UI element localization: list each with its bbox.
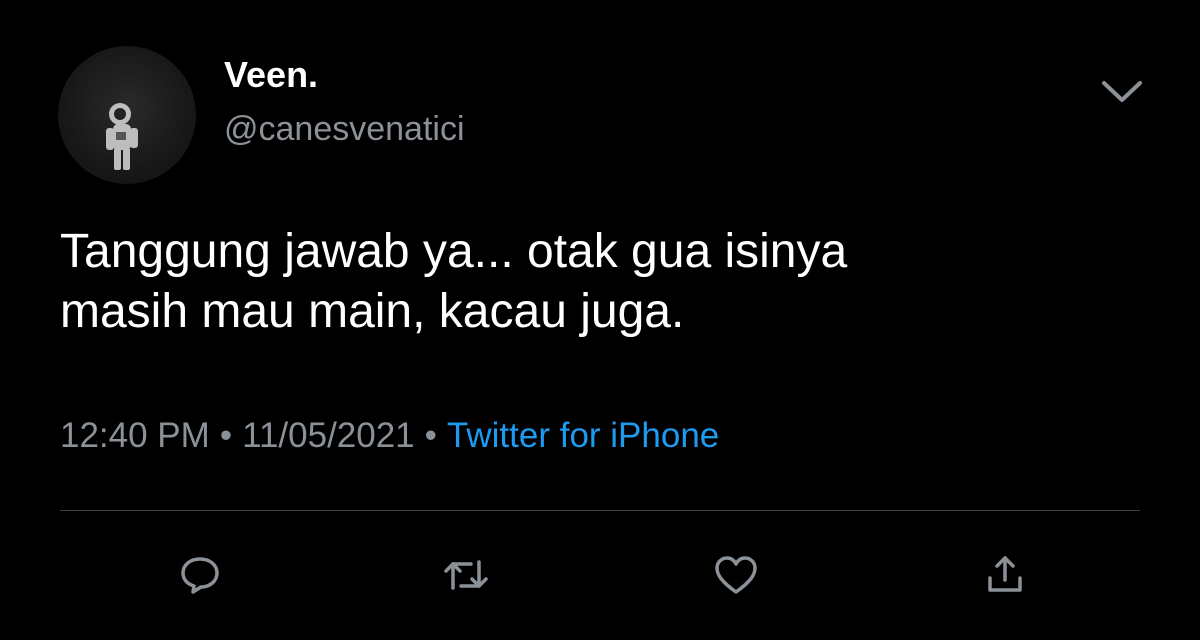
chevron-down-icon xyxy=(1102,81,1142,102)
tweet-text: Tanggung jawab ya... otak gua isinya mas… xyxy=(60,222,1160,342)
user-handle[interactable]: @canesvenatici xyxy=(224,110,465,149)
tweet-date: 11/05/2021 xyxy=(242,416,415,455)
meta-separator: • xyxy=(424,416,437,455)
reply-icon xyxy=(181,557,219,594)
astronaut-avatar-icon xyxy=(106,103,138,170)
share-button[interactable] xyxy=(970,540,1040,610)
like-button[interactable] xyxy=(701,540,771,610)
divider xyxy=(60,510,1140,511)
like-icon xyxy=(715,556,757,594)
more-options-button[interactable] xyxy=(1094,70,1150,114)
tweet-time: 12:40 PM xyxy=(60,416,210,455)
tweet-card: Veen. @canesvenatici Tanggung jawab ya..… xyxy=(0,0,1200,640)
share-icon xyxy=(988,556,1022,592)
reply-button[interactable] xyxy=(165,540,235,610)
retweet-icon xyxy=(444,560,488,590)
tweet-text-line: masih mau main, kacau juga. xyxy=(60,285,685,338)
display-name[interactable]: Veen. xyxy=(224,54,318,96)
meta-separator: • xyxy=(219,416,233,455)
action-bar xyxy=(0,540,1200,610)
retweet-button[interactable] xyxy=(431,540,501,610)
avatar[interactable] xyxy=(58,46,196,184)
tweet-meta: 12:40 PM • 11/05/2021 • Twitter for iPhone xyxy=(60,416,719,456)
tweet-text-line: Tanggung jawab ya... otak gua isinya xyxy=(60,225,848,278)
tweet-source-link[interactable]: Twitter for iPhone xyxy=(447,416,719,455)
